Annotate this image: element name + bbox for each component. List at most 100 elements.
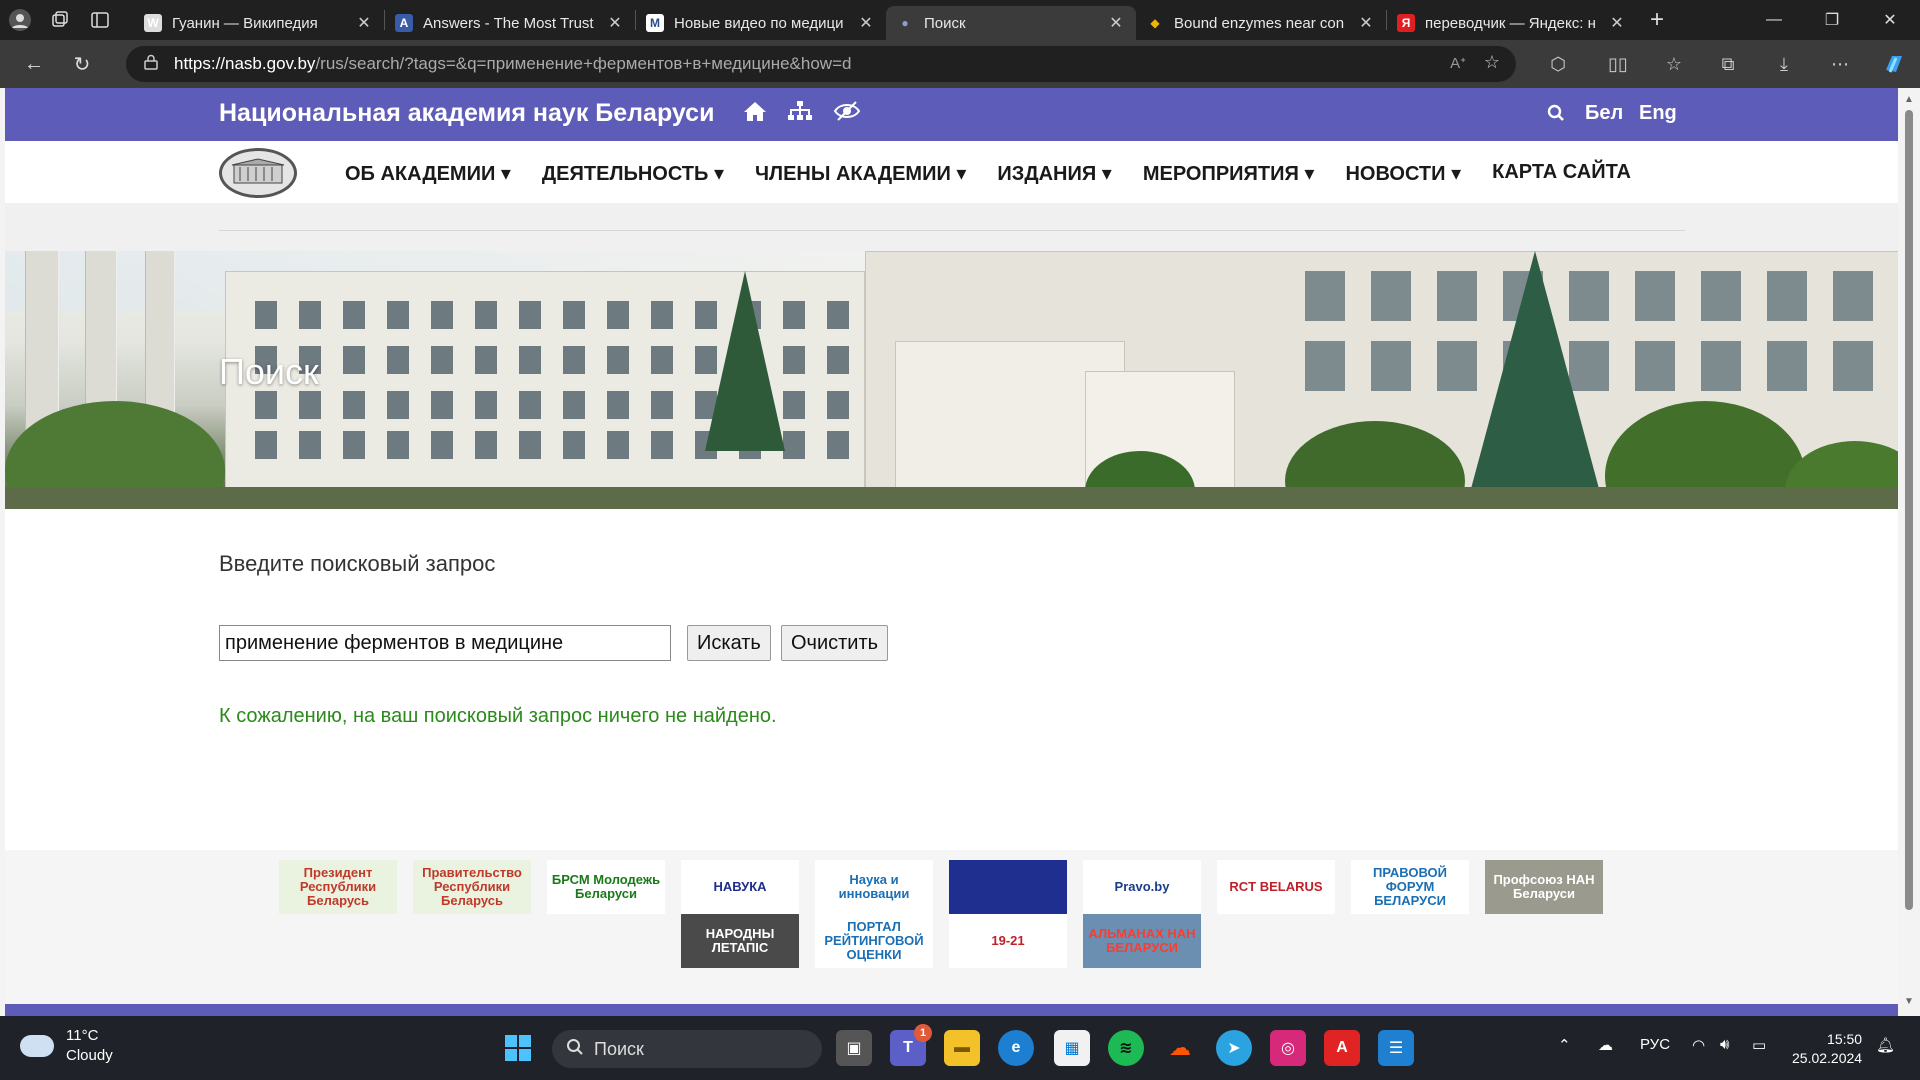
profile-icon[interactable] <box>0 0 40 40</box>
partner-logo-link[interactable]: НАРОДНЫ ЛЕТАПІС <box>681 914 799 968</box>
start-windows-icon[interactable] <box>500 1030 536 1066</box>
web-page: Национальная академия наук Беларуси Бел … <box>5 88 1898 1016</box>
favorite-star-icon[interactable]: ☆ <box>1484 52 1500 73</box>
close-tab-icon[interactable]: ✕ <box>1356 13 1376 33</box>
home-icon[interactable] <box>743 100 767 128</box>
downloads-icon[interactable]: ⤓ <box>1762 40 1806 88</box>
close-window-button[interactable]: ✕ <box>1862 0 1918 40</box>
vertical-tabs-icon[interactable] <box>80 0 120 40</box>
tray-overflow-icon[interactable]: ⌃ <box>1558 1036 1571 1054</box>
onedrive-icon[interactable]: ☁ <box>1598 1036 1613 1054</box>
tab-title: переводчик — Яндекс: н <box>1425 14 1596 32</box>
new-tab-button[interactable]: + <box>1637 0 1677 40</box>
spotify-icon[interactable]: ≋ <box>1108 1030 1144 1066</box>
site-brand[interactable]: Национальная академия наук Беларуси <box>219 99 714 128</box>
academy-logo[interactable] <box>219 148 297 198</box>
task-view-icon[interactable]: ▣ <box>836 1030 872 1066</box>
partner-logo-link[interactable]: RCT BELARUS <box>1217 860 1335 914</box>
nav-item[interactable]: ЧЛЕНЫ АКАДЕМИИ ▾ <box>755 161 966 186</box>
clear-button[interactable]: Очистить <box>781 625 889 661</box>
weather-widget[interactable]: 11°C Cloudy <box>20 1026 113 1066</box>
battery-icon[interactable]: ▭ <box>1752 1036 1766 1054</box>
browser-tab[interactable]: ◆ Bound enzymes near con ✕ <box>1136 6 1386 40</box>
partner-logo-link[interactable]: НАВУКА <box>681 860 799 914</box>
taskbar-search-label: Поиск <box>594 1038 644 1059</box>
sitemap-icon[interactable] <box>787 100 813 128</box>
partner-logo-link[interactable]: Наука и инновации <box>815 860 933 914</box>
search-prompt: Введите поисковый запрос <box>219 551 496 576</box>
instagram-icon[interactable]: ◎ <box>1270 1030 1306 1066</box>
close-tab-icon[interactable]: ✕ <box>1106 13 1126 33</box>
nav-item[interactable]: НОВОСТИ ▾ <box>1345 161 1461 186</box>
partner-logo-link[interactable]: 19-21 <box>949 914 1067 968</box>
url-path: /rus/search/?tags=&q=применение+ферменто… <box>315 54 852 73</box>
store-icon[interactable]: ▦ <box>1054 1030 1090 1066</box>
favorites-icon[interactable]: ☆ <box>1652 40 1696 88</box>
partner-logo-link[interactable]: Правительство Республики Беларусь <box>413 860 531 914</box>
copilot-icon[interactable] <box>1872 40 1916 88</box>
search-icon[interactable] <box>1547 102 1565 128</box>
pdf-app-icon[interactable]: A <box>1324 1030 1360 1066</box>
scroll-down-icon[interactable]: ▼ <box>1903 996 1915 1007</box>
system-clock[interactable]: 15:50 25.02.2024 <box>1792 1030 1862 1068</box>
tab-title: Bound enzymes near con <box>1174 14 1345 32</box>
file-explorer-icon[interactable]: ▬ <box>944 1030 980 1066</box>
nav-item[interactable]: ОБ АКАДЕМИИ ▾ <box>345 161 511 186</box>
close-tab-icon[interactable]: ✕ <box>1607 13 1627 33</box>
partner-logo-link[interactable] <box>949 860 1067 914</box>
nav-item[interactable]: ДЕЯТЕЛЬНОСТЬ ▾ <box>542 161 724 186</box>
taskbar-search[interactable]: Поиск <box>552 1030 822 1068</box>
partner-logo-link[interactable]: ПРАВОВОЙ ФОРУМ БЕЛАРУСИ <box>1351 860 1469 914</box>
collections-icon[interactable]: ⧉ <box>1706 40 1750 88</box>
more-menu-icon[interactable]: ⋯ <box>1818 40 1862 88</box>
partner-links-footer: Президент Республики Беларусь Правительст… <box>5 850 1898 1004</box>
close-tab-icon[interactable]: ✕ <box>856 13 876 33</box>
scroll-up-icon[interactable]: ▲ <box>1903 94 1915 105</box>
lang-belarusian-link[interactable]: Бел <box>1585 102 1623 125</box>
browser-tab[interactable]: W Гуанин — Википедия ✕ <box>134 6 384 40</box>
edge-browser-icon[interactable]: e <box>998 1030 1034 1066</box>
tab-title: Поиск <box>924 14 966 32</box>
wifi-icon[interactable]: ◠ <box>1692 1036 1705 1054</box>
split-screen-icon[interactable]: ▯▯ <box>1596 40 1640 88</box>
nav-item[interactable]: КАРТА САЙТА <box>1492 161 1631 186</box>
partner-logo-link[interactable]: ПОРТАЛ РЕЙТИНГОВОЙ ОЦЕНКИ <box>815 914 933 968</box>
partner-logo-link[interactable]: Профсоюз НАН Беларуси <box>1485 860 1603 914</box>
nav-item[interactable]: МЕРОПРИЯТИЯ ▾ <box>1143 161 1315 186</box>
refresh-button[interactable]: ↻ <box>58 40 106 88</box>
notifications-bell-icon[interactable]: 🔔︎ <box>1876 1036 1895 1054</box>
minimize-button[interactable]: — <box>1746 0 1802 40</box>
partner-logo-link[interactable]: Pravo.by <box>1083 860 1201 914</box>
url-field[interactable]: https://nasb.gov.by/rus/search/?tags=&q=… <box>126 46 1516 82</box>
partner-logo-link[interactable]: БРСМ Молодежь Беларуси <box>547 860 665 914</box>
partner-logo-link[interactable]: Президент Республики Беларусь <box>279 860 397 914</box>
restore-button[interactable]: ❐ <box>1804 0 1860 40</box>
clock-time: 15:50 <box>1827 1031 1863 1047</box>
soundcloud-icon[interactable]: ☁ <box>1162 1030 1198 1066</box>
page-title: Поиск <box>219 351 319 392</box>
telegram-icon[interactable]: ➤ <box>1216 1030 1252 1066</box>
search-input[interactable] <box>219 625 671 661</box>
low-vision-icon[interactable] <box>833 100 861 128</box>
partner-logo-link[interactable]: АЛЬМАНАХ НАН БЕЛАРУСИ <box>1083 914 1201 968</box>
volume-icon[interactable]: 🔊︎ <box>1720 1036 1729 1053</box>
browser-tab[interactable]: ● Поиск ✕ <box>886 6 1136 40</box>
back-button[interactable]: ← <box>10 40 58 88</box>
workspaces-icon[interactable] <box>40 0 80 40</box>
browser-tab[interactable]: M Новые видео по медици ✕ <box>636 6 886 40</box>
scroll-thumb[interactable] <box>1905 110 1913 910</box>
language-indicator[interactable]: РУС <box>1640 1036 1670 1053</box>
notepad-icon[interactable]: ☰ <box>1378 1030 1414 1066</box>
extensions-icon[interactable]: ⬡ <box>1536 40 1580 88</box>
nav-item[interactable]: ИЗДАНИЯ ▾ <box>997 161 1111 186</box>
browser-tab[interactable]: Япереводчик — Яндекс: н ✕ <box>1387 6 1637 40</box>
browser-tab[interactable]: A Answers - The Most Trust ✕ <box>385 6 635 40</box>
close-tab-icon[interactable]: ✕ <box>354 13 374 33</box>
teams-icon[interactable]: T 1 <box>890 1024 932 1066</box>
read-aloud-icon[interactable]: Aᐩ <box>1450 54 1466 72</box>
lang-english-link[interactable]: Eng <box>1639 102 1677 125</box>
search-button[interactable]: Искать <box>687 625 771 661</box>
footer-bar <box>5 1004 1898 1016</box>
page-scrollbar[interactable]: ▲ ▼ <box>1898 88 1920 1016</box>
close-tab-icon[interactable]: ✕ <box>605 13 625 33</box>
